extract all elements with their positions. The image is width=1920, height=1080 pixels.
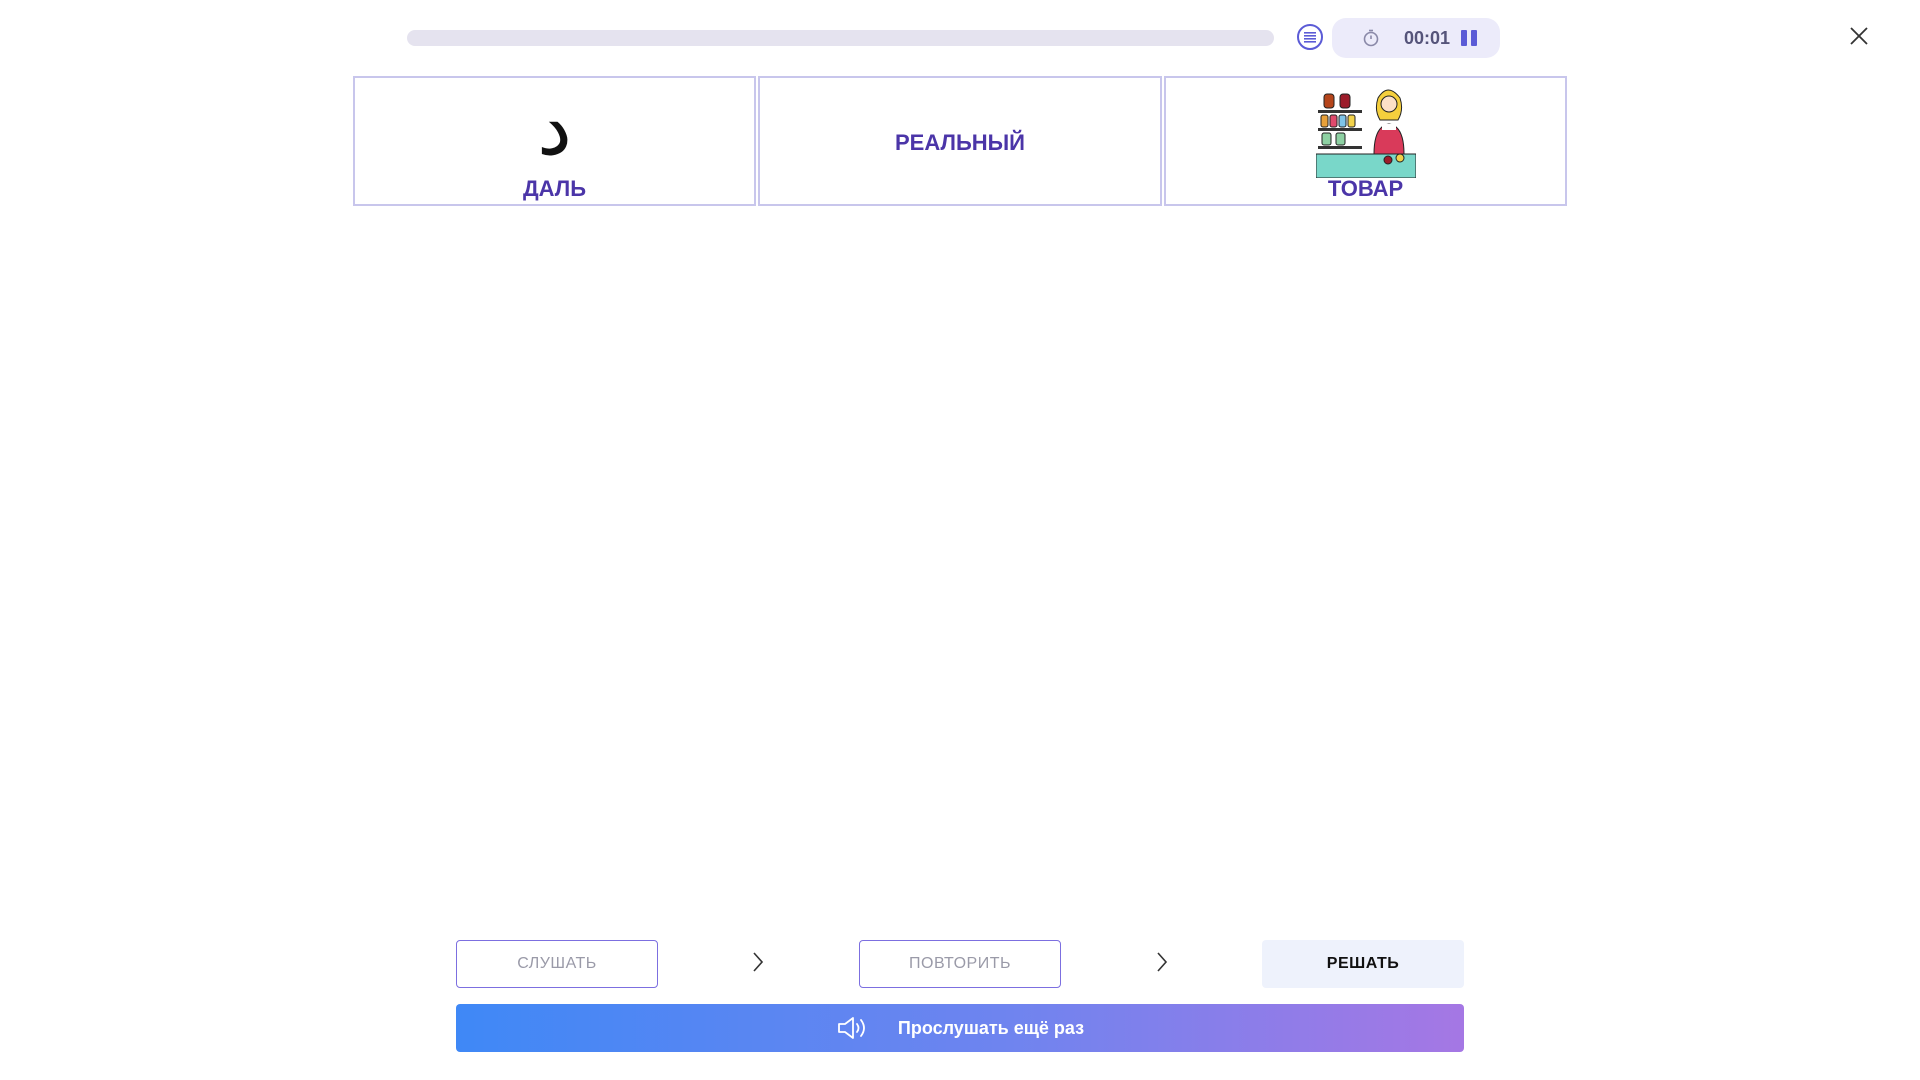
timer: 00:01 xyxy=(1332,18,1500,58)
pause-icon[interactable] xyxy=(1458,28,1480,48)
answer-card-1[interactable]: د ДАЛЬ xyxy=(353,76,756,206)
list-button[interactable] xyxy=(1297,24,1323,50)
listen-again-button[interactable]: Прослушать ещё раз xyxy=(456,1004,1464,1052)
arabic-letter: د xyxy=(537,83,572,173)
card-label: РЕАЛЬНЫЙ xyxy=(895,130,1025,155)
listen-again-label: Прослушать ещё раз xyxy=(897,1017,1085,1038)
answer-card-2[interactable]: РЕАЛЬНЫЙ xyxy=(758,76,1162,206)
list-icon xyxy=(1304,32,1316,43)
timer-text: 00:01 xyxy=(1403,28,1451,48)
stopwatch-icon xyxy=(1363,29,1379,47)
answer-card-3[interactable]: ТОВАР xyxy=(1164,76,1567,206)
shopkeeper-illustration xyxy=(1316,89,1416,178)
step-repeat-button[interactable]: ПОВТОРИТЬ xyxy=(859,940,1061,988)
chevron-right-icon xyxy=(753,952,764,972)
card-label: ТОВАР xyxy=(1327,176,1404,201)
chevron-right-icon xyxy=(1157,952,1168,972)
step-solve-button[interactable]: РЕШАТЬ xyxy=(1262,940,1464,988)
progress-bar xyxy=(407,30,1274,46)
step-listen-button[interactable]: СЛУШАТЬ xyxy=(456,940,658,988)
speaker-icon xyxy=(838,1017,865,1039)
close-icon[interactable] xyxy=(1847,24,1871,48)
card-label: ДАЛЬ xyxy=(522,176,587,201)
